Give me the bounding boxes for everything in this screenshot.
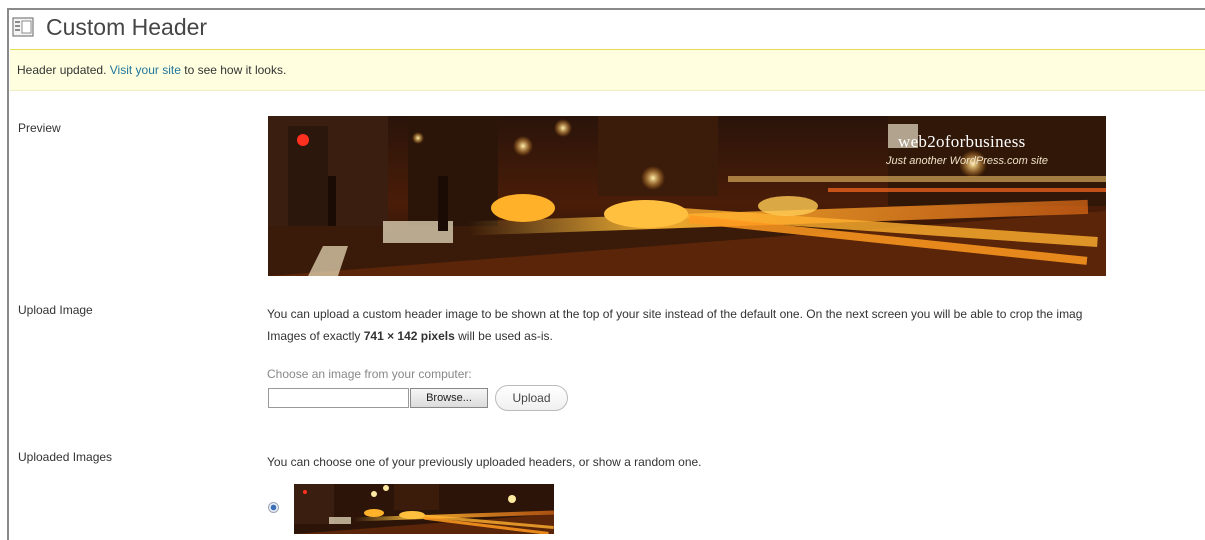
upload-button[interactable]: Upload [495, 385, 568, 411]
window-frame-top [7, 8, 1205, 10]
browse-button[interactable]: Browse... [410, 388, 488, 408]
page-header: Custom Header [12, 12, 207, 42]
visit-site-link[interactable]: Visit your site [110, 63, 181, 77]
header-site-title: web2oforbusiness [898, 132, 1026, 151]
uploaded-images-description: You can choose one of your previously up… [267, 455, 702, 469]
update-notice: Header updated. Visit your site to see h… [10, 49, 1205, 91]
preview-label: Preview [18, 121, 61, 135]
header-dimensions: 741 × 142 pixels [363, 329, 455, 343]
header-site-tagline: Just another WordPress.com site [886, 155, 1049, 167]
file-path-input[interactable] [268, 388, 409, 408]
notice-suffix: to see how it looks. [184, 63, 287, 77]
upload-size-note: Images of exactly 741 × 142 pixels will … [267, 329, 553, 343]
upload-image-label: Upload Image [18, 303, 93, 317]
header-choice-radio[interactable] [268, 502, 279, 513]
upload-description: You can upload a custom header image to … [267, 307, 1083, 321]
choose-image-label: Choose an image from your computer: [267, 367, 472, 381]
appearance-header-icon [12, 16, 34, 38]
size-note-prefix: Images of exactly [267, 329, 361, 343]
notice-prefix: Header updated. [17, 63, 107, 77]
uploaded-header-thumbnail[interactable] [294, 484, 554, 534]
uploaded-images-label: Uploaded Images [18, 450, 113, 464]
size-note-suffix: will be used as-is. [458, 329, 553, 343]
page-title: Custom Header [46, 13, 208, 40]
window-frame-left [7, 9, 9, 540]
